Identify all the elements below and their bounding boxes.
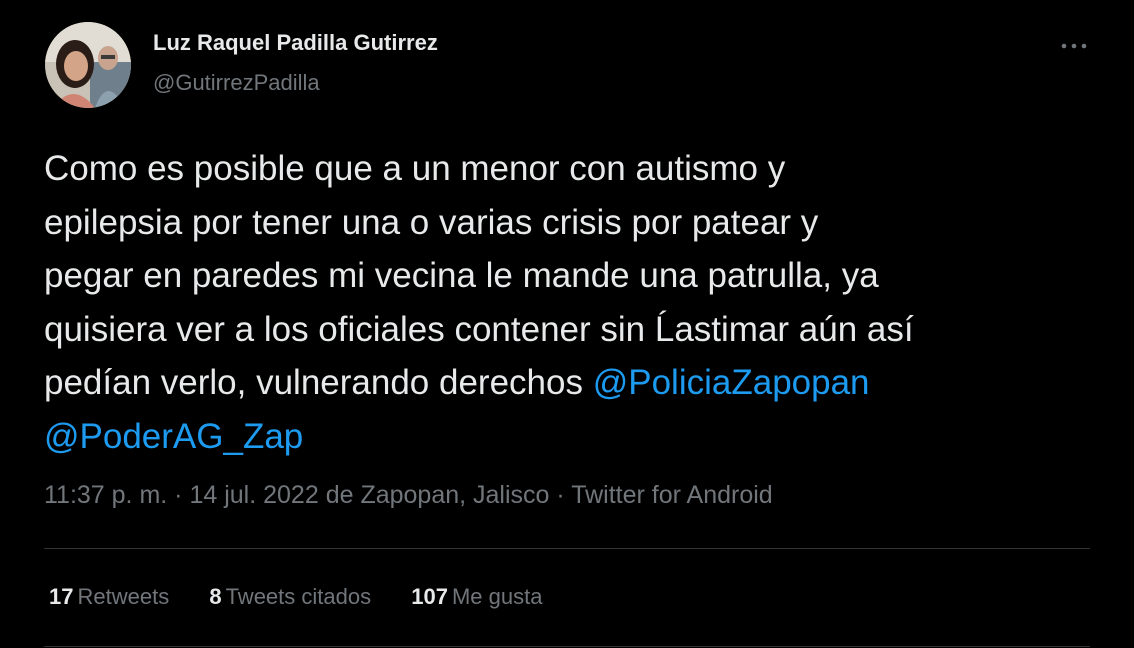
divider (44, 548, 1090, 549)
mention-link[interactable]: @PoderAG_Zap (44, 417, 303, 456)
likes-label: Me gusta (451, 584, 543, 609)
tweet-line: quisiera ver a los oficiales contener si… (44, 309, 914, 349)
tweet-line: epilepsia por tener una o varias crisis … (44, 202, 819, 242)
likes-stat[interactable]: 107 Me gusta (411, 584, 542, 609)
tweet-line: pedían verlo, vulnerando derechos (44, 363, 593, 402)
tweet-time[interactable]: 11:37 p. m. (44, 481, 167, 509)
tweet-stats: 17 Retweets 8 Tweets citados 107 Me gusta (49, 584, 576, 610)
more-icon[interactable] (1058, 36, 1090, 56)
likes-count: 107 (411, 584, 448, 609)
meta-separator: · (556, 481, 565, 509)
retweets-stat[interactable]: 17 Retweets (49, 584, 169, 609)
avatar[interactable] (45, 22, 131, 108)
tweet-meta: 11:37 p. m. · 14 jul. 2022 de Zapopan, J… (44, 481, 773, 510)
quotes-label: Tweets citados (225, 584, 372, 609)
tweet-location[interactable]: de Zapopan, Jalisco (326, 481, 550, 509)
meta-separator: · (174, 481, 183, 509)
avatar-photo (45, 22, 131, 108)
quotes-stat[interactable]: 8 Tweets citados (209, 584, 371, 609)
divider (44, 646, 1090, 647)
quotes-count: 8 (209, 584, 222, 609)
tweet-date[interactable]: 14 jul. 2022 (189, 481, 318, 509)
tweet-line: pegar en paredes mi vecina le mande una … (44, 256, 879, 295)
tweet-card: Luz Raquel Padilla Gutirrez @GutirrezPad… (0, 0, 1134, 648)
tweet-source[interactable]: Twitter for Android (571, 481, 772, 509)
tweet-line: Como es posible que a un menor con autis… (44, 149, 786, 188)
retweets-label: Retweets (77, 584, 170, 609)
retweets-count: 17 (49, 584, 74, 609)
mention-link[interactable]: @PoliciaZapopan (593, 363, 870, 402)
author-handle[interactable]: @GutirrezPadilla (153, 70, 320, 96)
tweet-text: Como es posible que a un menor con autis… (44, 142, 1104, 463)
author-name[interactable]: Luz Raquel Padilla Gutirrez (153, 30, 438, 56)
